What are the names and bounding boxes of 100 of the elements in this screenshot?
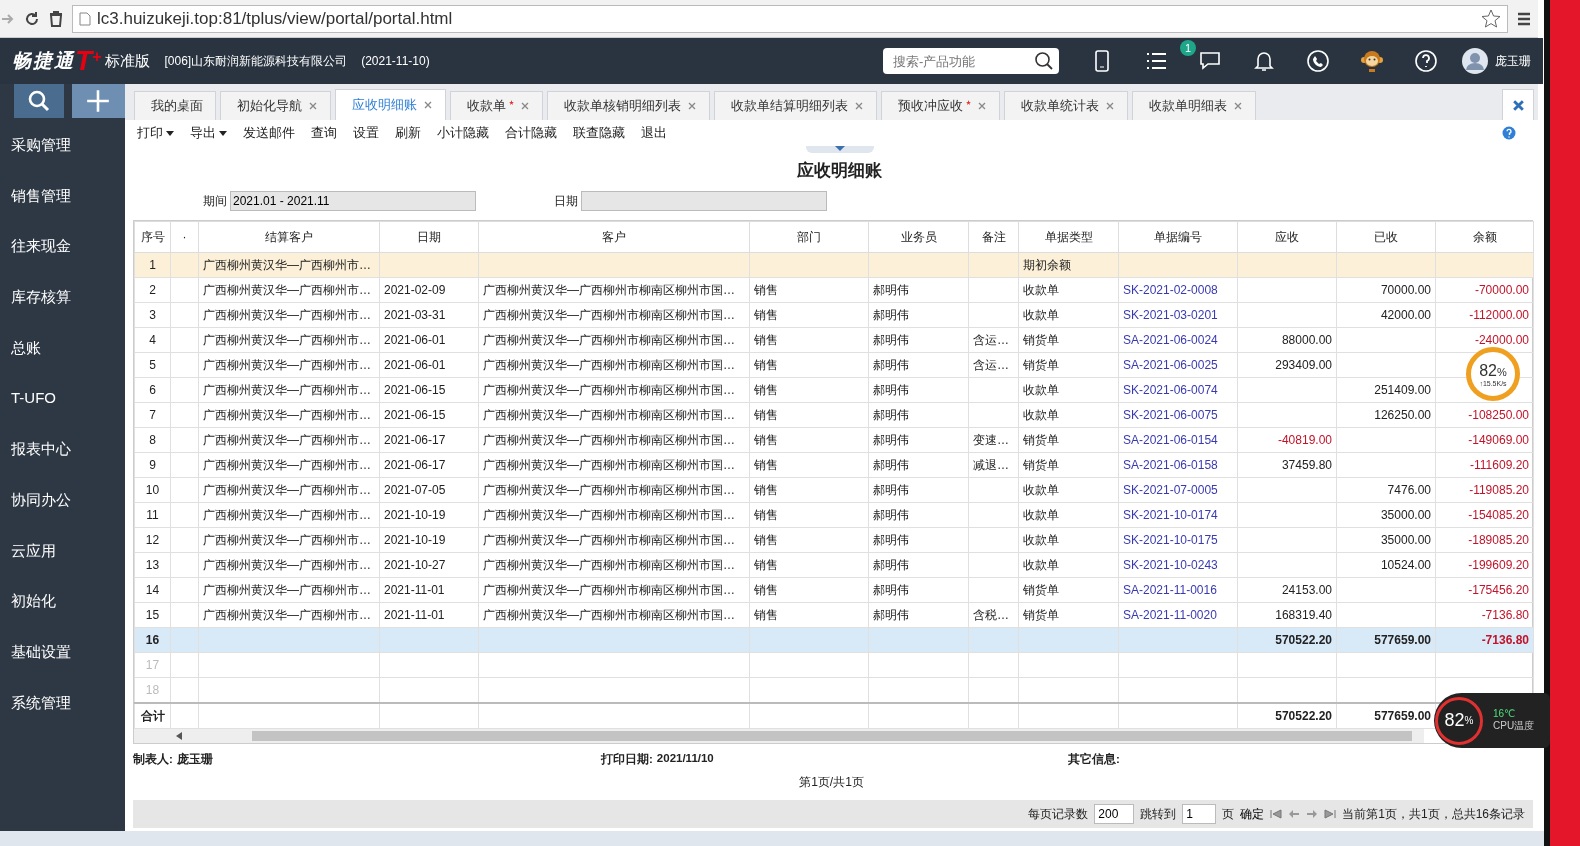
scroll-left-icon[interactable]: [176, 732, 182, 740]
avatar-icon[interactable]: [1461, 47, 1489, 75]
filter-field[interactable]: [581, 191, 827, 211]
column-header[interactable]: 备注: [968, 221, 1019, 253]
sidebar-item[interactable]: T-UFO: [0, 373, 125, 425]
sidebar-item[interactable]: 总账: [0, 322, 125, 374]
toolbar-button[interactable]: 导出: [182, 124, 235, 142]
tab[interactable]: 初始化导航: [220, 91, 331, 120]
sidebar-item[interactable]: 采购管理: [0, 120, 125, 171]
table-row[interactable]: 14 广西柳州黄汉华—广西柳州市… 2021-11-01 广西柳州黄汉华—广西柳州市柳南区柳州市国… 销售 郝明伟 销货单 SA-2021-11-0016 24153.00 -175456.20: [134, 577, 1534, 603]
per-page-field[interactable]: 200: [1094, 804, 1135, 824]
table-cell: 郝明伟: [873, 457, 909, 472]
search-icon[interactable]: [1034, 51, 1054, 71]
column-header[interactable]: 余额: [1435, 221, 1534, 253]
add-button[interactable]: [71, 84, 125, 118]
search-button[interactable]: [14, 84, 64, 118]
table-cell: -70000.00: [1474, 283, 1529, 297]
toolbar-button[interactable]: 联查隐藏: [565, 124, 633, 142]
tab[interactable]: 收款单核销明细列表: [547, 91, 710, 120]
phone-icon[interactable]: [1306, 49, 1330, 73]
sidebar-item[interactable]: 库存核算: [0, 272, 125, 323]
sidebar-item[interactable]: 协同办公: [0, 474, 125, 526]
tab[interactable]: 预收冲应收: [881, 91, 1000, 120]
search-field[interactable]: 搜索-产品功能: [883, 48, 1059, 74]
table-row[interactable]: 12 广西柳州黄汉华—广西柳州市… 2021-10-19 广西柳州黄汉华—广西柳州市柳南区柳州市国… 销售 郝明伟 收款单 SK-2021-10-0175 35000.00 -189085.20: [134, 527, 1534, 553]
table-row[interactable]: 15 广西柳州黄汉华—广西柳州市… 2021-11-01 广西柳州黄汉华—广西柳州市柳南区柳州市国… 销售 郝明伟 含税… 销货单 SA-2021-11-0020 168319.40 -7136.80: [134, 602, 1534, 628]
close-icon[interactable]: [854, 101, 864, 111]
first-page-icon[interactable]: [1270, 809, 1283, 819]
table-row[interactable]: 3 广西柳州黄汉华—广西柳州市… 2021-03-31 广西柳州黄汉华—广西柳州市柳南区柳州市国… 销售 郝明伟 收款单 SK-2021-03-0201 42000.00 -112000.00: [134, 302, 1534, 328]
table-cell: 销货单: [1023, 607, 1059, 622]
column-header[interactable]: 客户: [478, 221, 750, 253]
column-header[interactable]: 结算客户: [198, 221, 380, 253]
last-page-icon[interactable]: [1324, 809, 1337, 819]
row-number: 16: [145, 633, 160, 647]
monkey-mascot-icon[interactable]: [1360, 49, 1384, 73]
table-row[interactable]: 2 广西柳州黄汉华—广西柳州市… 2021-02-09 广西柳州黄汉华—广西柳州市柳南区柳州市国… 销售 郝明伟 收款单 SK-2021-02-0008 70000.00 -70000.00: [134, 277, 1534, 303]
toolbar-button[interactable]: 设置: [345, 124, 387, 142]
table-row[interactable]: 10 广西柳州黄汉华—广西柳州市… 2021-07-05 广西柳州黄汉华—广西柳州市柳南区柳州市国… 销售 郝明伟 收款单 SK-2021-07-0005 7476.00 -119085.20: [134, 477, 1534, 503]
table-row[interactable]: 9 广西柳州黄汉华—广西柳州市… 2021-06-17 广西柳州黄汉华—广西柳州市柳南区柳州市国… 销售 郝明伟 减退… 销货单 SA-2021-06-0158 37459.80 -111609.20: [134, 452, 1534, 478]
filter-field[interactable]: 2021.01 - 2021.11: [230, 191, 476, 211]
star-icon[interactable]: [1481, 8, 1501, 29]
column-header[interactable]: 已收: [1336, 221, 1436, 253]
toolbar-button[interactable]: 小计隐藏: [429, 124, 497, 142]
close-icon[interactable]: [687, 101, 697, 111]
user-name[interactable]: 庞玉珊: [1495, 52, 1531, 70]
column-header[interactable]: 日期: [379, 221, 479, 253]
close-icon[interactable]: [1233, 101, 1243, 111]
toolbar-button[interactable]: 退出: [633, 124, 675, 142]
table-row[interactable]: 1 广西柳州黄汉华—广西柳州市… 期初余额: [134, 252, 1534, 278]
address-bar[interactable]: lc3.huizukeji.top:81/tplus/view/portal/portal.html: [72, 4, 1508, 33]
column-header[interactable]: 业务员: [868, 221, 969, 253]
close-all-tabs-button[interactable]: [1502, 89, 1534, 120]
horizontal-scrollbar[interactable]: [134, 729, 1424, 743]
table-row[interactable]: 16 570522.20 577659.00 -7136.80: [134, 627, 1534, 653]
column-header[interactable]: ·: [170, 221, 199, 253]
page-number-field[interactable]: 1: [1182, 804, 1217, 824]
table-row[interactable]: 4 广西柳州黄汉华—广西柳州市… 2021-06-01 广西柳州黄汉华—广西柳州市柳南区柳州市国… 销售 郝明伟 含运… 销货单 SA-2021-06-0024 88000.00 -24000.00: [134, 327, 1534, 353]
toolbar-button[interactable]: 打印: [129, 124, 182, 142]
trash-icon[interactable]: [48, 10, 64, 27]
toolbar-button[interactable]: 发送邮件: [235, 124, 303, 142]
column-header[interactable]: 应收: [1237, 221, 1337, 253]
column-header[interactable]: 部门: [749, 221, 869, 253]
menu-icon[interactable]: [1516, 10, 1532, 27]
confirm-button[interactable]: 确定: [1240, 805, 1265, 823]
table-cell: 126250.00: [1374, 408, 1431, 422]
tab[interactable]: 收款单统计表: [1004, 91, 1128, 120]
tab[interactable]: 收款单结算明细列表: [714, 91, 877, 120]
tab[interactable]: 应收明细账: [335, 89, 446, 120]
sidebar-item[interactable]: 云应用: [0, 525, 125, 577]
tab[interactable]: 收款单: [450, 91, 543, 120]
tab[interactable]: 收款单明细表: [1132, 91, 1256, 120]
help-icon[interactable]: [1414, 49, 1438, 73]
sidebar-item[interactable]: 往来现金: [0, 221, 125, 273]
table-row[interactable]: 13 广西柳州黄汉华—广西柳州市… 2021-10-27 广西柳州黄汉华—广西柳州市柳南区柳州市国… 销售 郝明伟 收款单 SK-2021-10-0243 10524.00 -199609.20: [134, 552, 1534, 578]
sidebar-item[interactable]: 销售管理: [0, 170, 125, 222]
sidebar-item[interactable]: 系统管理: [0, 677, 125, 729]
table-row[interactable]: 8 广西柳州黄汉华—广西柳州市… 2021-06-17 广西柳州黄汉华—广西柳州市柳南区柳州市国… 销售 郝明伟 变速… 销货单 SA-2021-06-0154 -40819.00 -149069.00: [134, 427, 1534, 453]
toolbar-button[interactable]: 合计隐藏: [497, 124, 565, 142]
toolbar-button[interactable]: 查询: [303, 124, 345, 142]
close-icon[interactable]: [423, 100, 433, 110]
close-icon[interactable]: [1105, 101, 1115, 111]
toolbar-button[interactable]: 刷新: [387, 124, 429, 142]
sidebar-item[interactable]: 基础设置: [0, 626, 125, 678]
collapse-handle[interactable]: [805, 146, 874, 153]
sidebar-item[interactable]: 报表中心: [0, 424, 125, 475]
close-icon[interactable]: [977, 101, 987, 111]
close-icon[interactable]: [520, 101, 530, 111]
close-icon: [1511, 98, 1525, 112]
row-number: 6: [149, 383, 156, 397]
column-header[interactable]: 单据类型: [1018, 221, 1119, 253]
column-header[interactable]: 单据编号: [1118, 221, 1238, 253]
reload-icon[interactable]: [24, 10, 40, 27]
column-header[interactable]: 序号: [134, 221, 171, 253]
cpu-monitor-widget[interactable]: 82% 16℃ CPU温度: [1434, 693, 1550, 748]
bell-icon[interactable]: [1252, 49, 1276, 73]
table-row[interactable]: 11 广西柳州黄汉华—广西柳州市… 2021-10-19 广西柳州黄汉华—广西柳州市柳南区柳州市国… 销售 郝明伟 收款单 SK-2021-10-0174 35000.00 -154085.20: [134, 502, 1534, 528]
table-row[interactable]: 7 广西柳州黄汉华—广西柳州市… 2021-06-15 广西柳州黄汉华—广西柳州市柳南区柳州市国… 销售 郝明伟 收款单 SK-2021-06-0075 126250.00 -108250.00: [134, 402, 1534, 428]
close-icon[interactable]: [308, 101, 318, 111]
sidebar-item[interactable]: 初始化: [0, 576, 125, 627]
tab[interactable]: 我的桌面: [134, 91, 216, 120]
